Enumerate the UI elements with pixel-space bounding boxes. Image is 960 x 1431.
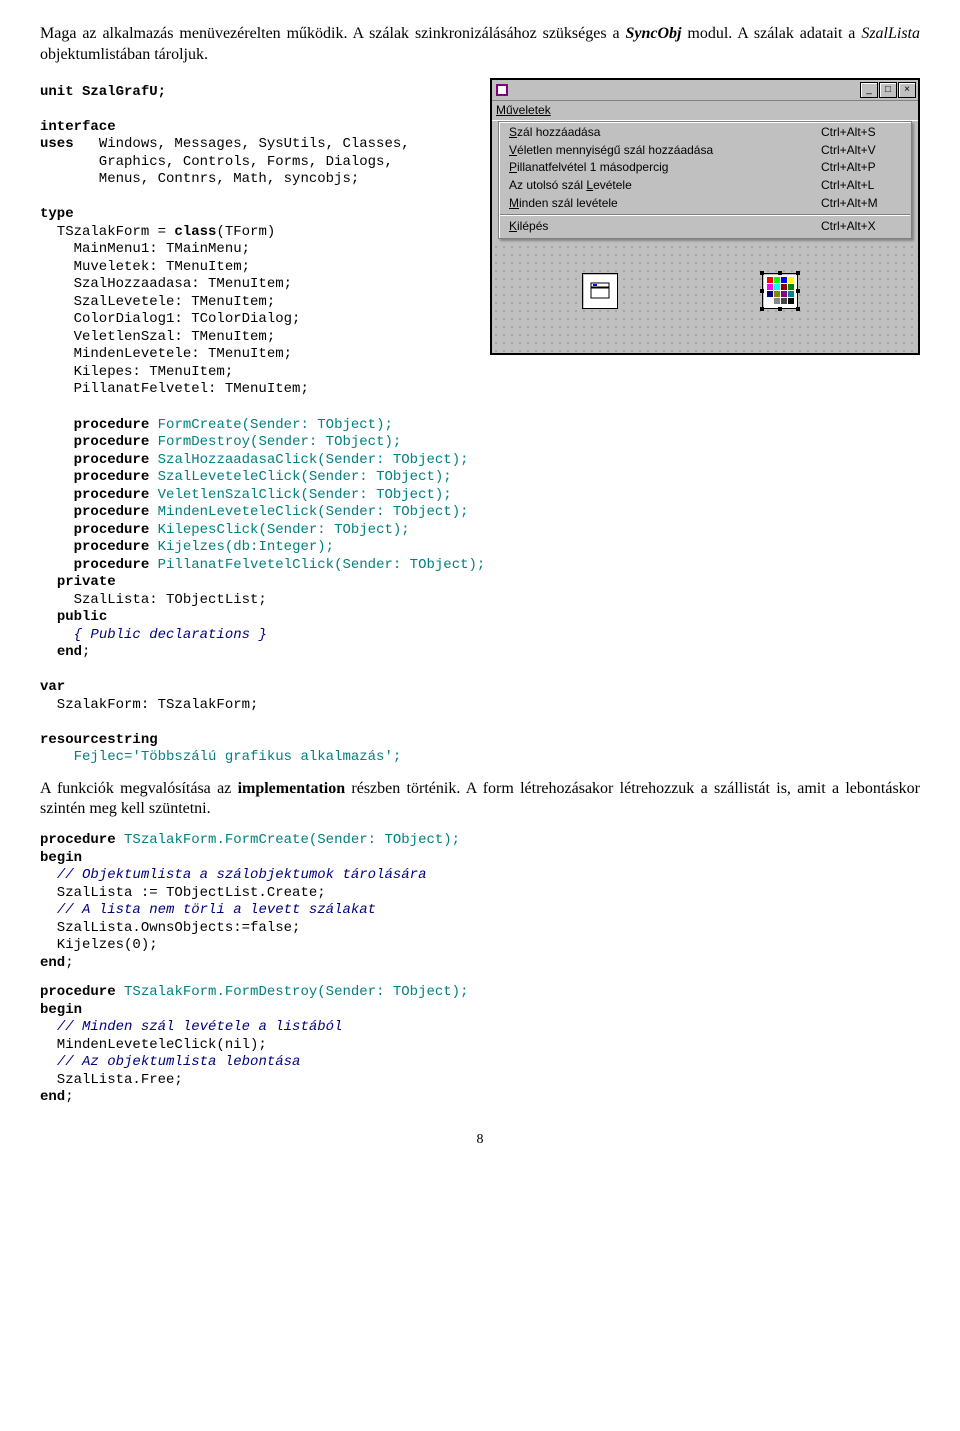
code-block-1-procs: procedure FormCreate(Sender: TObject); p…: [40, 417, 920, 767]
app-icon: [494, 82, 510, 98]
close-button[interactable]: ×: [898, 82, 916, 98]
maximize-button[interactable]: □: [879, 82, 897, 98]
code-block-3: procedure TSzalakForm.FormDestroy(Sender…: [40, 984, 920, 1107]
form-window: _ □ × Műveletek Szál hozzáadásaCtrl+Alt+…: [490, 78, 920, 355]
code-block-2: procedure TSzalakForm.FormCreate(Sender:…: [40, 832, 920, 972]
menu-item-pillanat[interactable]: Pillanatfelvétel 1 másodpercigCtrl+Alt+P: [499, 159, 911, 177]
mid-bold: implementation: [238, 780, 346, 797]
menu-item-szal-hozzaadasa[interactable]: Szál hozzáadásaCtrl+Alt+S: [499, 124, 911, 142]
colordialog-component-icon[interactable]: [762, 273, 798, 309]
mid-paragraph: A funkciók megvalósítása az implementati…: [40, 779, 920, 821]
intro-syncobj: SyncObj: [625, 25, 681, 42]
menu-item-utolso-levetele[interactable]: Az utolsó szál LevételeCtrl+Alt+L: [499, 177, 911, 195]
page-number: 8: [40, 1131, 920, 1149]
code-block-1-top: unit SzalGrafU; interface uses Windows, …: [40, 84, 478, 399]
menu-item-veletlen[interactable]: Véletlen mennyiségű szál hozzáadásaCtrl+…: [499, 142, 911, 160]
menu-separator: [500, 214, 910, 216]
form-client-area: [492, 243, 918, 353]
menubar-item-muveletek[interactable]: Műveletek: [496, 103, 551, 117]
minimize-button[interactable]: _: [860, 82, 878, 98]
dropdown-menu: Szál hozzáadásaCtrl+Alt+S Véletlen menny…: [498, 121, 912, 239]
intro-text-1: Maga az alkalmazás menüvezérelten működi…: [40, 25, 625, 42]
intro-text-2: modul. A szálak adatait a: [681, 25, 861, 42]
intro-szallista: SzalLista: [861, 25, 920, 42]
menu-item-minden-levetele[interactable]: Minden szál levételeCtrl+Alt+M: [499, 195, 911, 213]
mid-text-1: A funkciók megvalósítása az: [40, 780, 238, 797]
menubar[interactable]: Műveletek: [492, 101, 918, 122]
palette-icon: [767, 277, 794, 304]
menu-item-kilepes[interactable]: KilépésCtrl+Alt+X: [499, 218, 911, 236]
intro-paragraph: Maga az alkalmazás menüvezérelten működi…: [40, 24, 920, 66]
intro-text-3: objektumlistában tároljuk.: [40, 46, 208, 63]
window-titlebar[interactable]: _ □ ×: [492, 80, 918, 101]
designer-window-area: _ □ × Műveletek Szál hozzáadásaCtrl+Alt+…: [490, 78, 920, 355]
mainmenu-component-icon[interactable]: [582, 273, 618, 309]
